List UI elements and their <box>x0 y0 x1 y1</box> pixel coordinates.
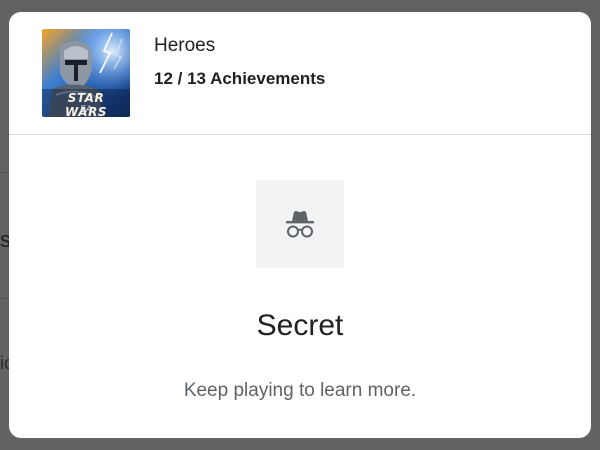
game-title: Heroes <box>154 35 216 56</box>
header-divider <box>9 134 591 135</box>
ea-logo: EA <box>80 105 92 115</box>
game-header: STAR WARS EA Heroes 12 / 13 Achievements <box>9 12 591 134</box>
game-thumbnail: STAR WARS EA <box>42 29 130 117</box>
achievement-dialog: STAR WARS EA Heroes 12 / 13 Achievements… <box>9 12 591 438</box>
incognito-icon <box>283 209 317 239</box>
achievement-description: Keep playing to learn more. <box>183 380 417 401</box>
achievement-title: Secret <box>256 309 344 342</box>
achievement-count: 12 / 13 Achievements <box>154 69 326 88</box>
achievement-icon-tile <box>256 180 344 268</box>
